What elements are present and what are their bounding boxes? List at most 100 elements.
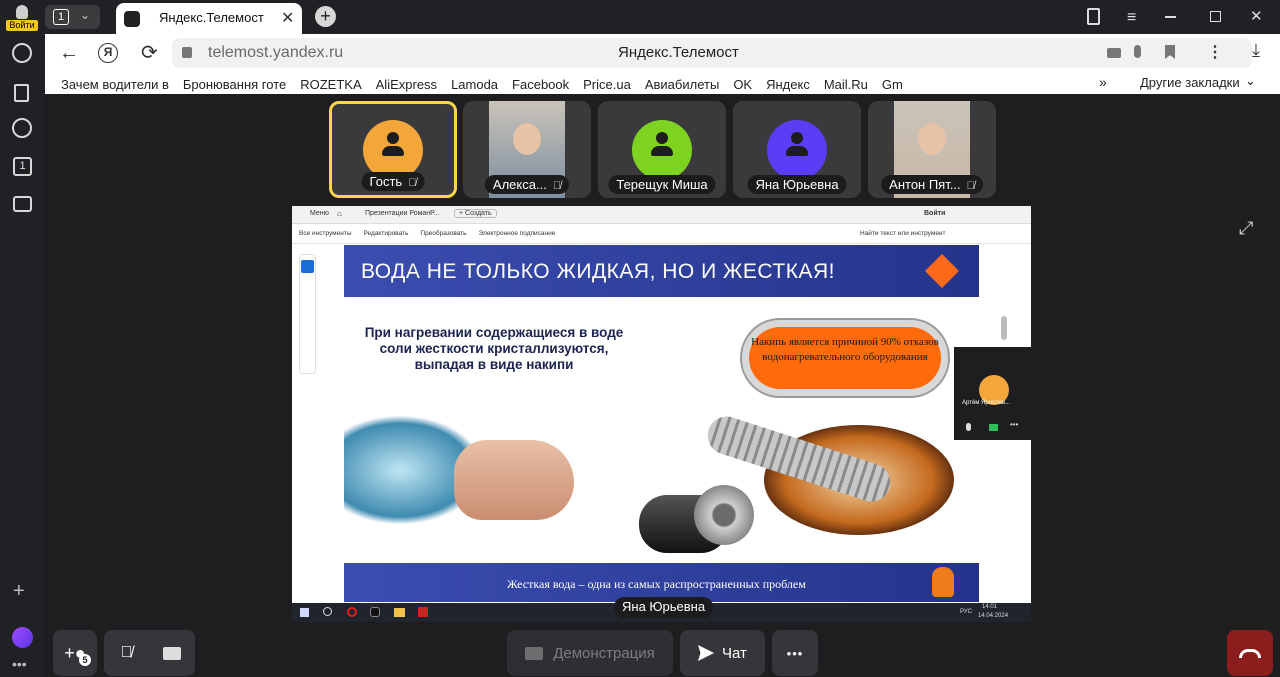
bookmark-item[interactable]: Mail.Ru: [824, 75, 868, 93]
profile-button[interactable]: Войти: [6, 3, 38, 31]
bookmark-item[interactable]: Facebook: [512, 75, 569, 93]
slide-callout: Накипь является причиной 90% отказов вод…: [740, 318, 950, 398]
tab-counter-sidebar[interactable]: 1: [13, 157, 32, 176]
bookmark-item[interactable]: Бронювання готе: [183, 75, 286, 93]
camera-icon[interactable]: [1107, 48, 1121, 58]
mic-toggle-button[interactable]: 🎙̸: [104, 630, 149, 676]
more-icon[interactable]: •••: [12, 656, 27, 672]
minimize-icon[interactable]: [1165, 16, 1176, 18]
alice-icon[interactable]: [12, 627, 33, 648]
participant-tile[interactable]: Терещук Миша: [598, 101, 726, 198]
opera-icon[interactable]: [347, 607, 357, 617]
more-label: •••: [786, 645, 804, 661]
participant-avatar: [767, 120, 827, 180]
collections-icon[interactable]: [1087, 8, 1100, 25]
bookmark-item[interactable]: Price.ua: [583, 75, 631, 93]
history-icon[interactable]: [12, 43, 32, 63]
participant-tile[interactable]: Алекса... 🎙̸: [463, 101, 591, 198]
camera-toggle-button[interactable]: [149, 630, 195, 676]
chat-button[interactable]: Чат: [680, 630, 765, 676]
fullscreen-icon[interactable]: ⤢: [1239, 218, 1259, 238]
address-bar[interactable]: telemost.yandex.ru Яндекс.Телемост: [172, 38, 1252, 68]
participant-name: Гость 🎙̸: [361, 172, 425, 191]
invite-count-badge: 5: [79, 654, 91, 666]
app-tool-item[interactable]: Преобразовать: [420, 230, 466, 237]
mini-call-window[interactable]: Артём Ярослав... •••: [954, 347, 1031, 440]
bookmark-item[interactable]: OK: [733, 75, 752, 93]
yandex-button[interactable]: Я: [98, 43, 118, 63]
bookmark-item[interactable]: Яндекс: [766, 75, 810, 93]
bookmark-item[interactable]: ROZETKA: [300, 75, 361, 93]
home-icon[interactable]: ⌂: [337, 209, 342, 218]
add-icon[interactable]: +: [13, 580, 25, 603]
close-tab-icon[interactable]: ✕: [281, 8, 294, 28]
app-login[interactable]: Войти: [924, 210, 945, 217]
pdf-app-menu: Все инструменты Редактировать Преобразоват…: [292, 224, 1031, 244]
participant-name: Антон Пят... 🎙̸: [881, 175, 983, 194]
pdf-scrollbar[interactable]: [1001, 316, 1007, 340]
more-menu-icon[interactable]: ⋮: [1207, 42, 1223, 62]
send-icon: [698, 645, 715, 661]
bookmarks-bar: Зачем водители в Бронювання готе ROZETKA Al…: [45, 72, 1280, 94]
person-icon: [382, 132, 404, 158]
pdf-app-icon[interactable]: [418, 607, 428, 617]
bookmark-item[interactable]: AliExpress: [376, 75, 437, 93]
app-tool-item[interactable]: Редактировать: [364, 230, 409, 237]
bookmark-item[interactable]: Lamoda: [451, 75, 498, 93]
folder-icon[interactable]: [394, 608, 405, 617]
fist-water-image: [344, 415, 584, 545]
search-icon[interactable]: [323, 607, 332, 616]
more-button[interactable]: •••: [772, 630, 818, 676]
screen-share-button[interactable]: Демонстрация: [507, 630, 673, 676]
app-tool-item[interactable]: Все инструменты: [299, 230, 352, 237]
participant-name-text: Яна Юрьевна: [755, 177, 839, 192]
page-title-text: Яндекс.Телемост: [618, 44, 739, 61]
back-icon[interactable]: ←: [59, 42, 79, 65]
app-new-tab[interactable]: + Создать: [454, 209, 497, 218]
more-icon[interactable]: •••: [1010, 420, 1018, 429]
mic-off-icon: 🎙̸: [552, 180, 562, 192]
tab-counter-button[interactable]: 1 ⌄: [45, 5, 100, 29]
close-window-icon[interactable]: ✕: [1250, 7, 1263, 25]
collections-sidebar-icon[interactable]: [14, 84, 29, 102]
bookmark-item[interactable]: Авиабилеты: [645, 75, 719, 93]
participant-name-text: Гость: [369, 174, 403, 189]
slide-title: ВОДА НЕ ТОЛЬКО ЖИДКАЯ, НО И ЖЕСТКАЯ!: [361, 260, 835, 283]
restore-icon[interactable]: [1210, 11, 1221, 22]
active-tab[interactable]: Яндекс.Телемост ✕: [116, 3, 302, 34]
participant-avatar: [363, 120, 423, 180]
app-tools: Все инструменты Редактировать Преобразоват…: [299, 230, 555, 237]
microphone-icon[interactable]: [1134, 45, 1141, 58]
start-icon[interactable]: [300, 608, 309, 617]
slide-body-text: При нагревании содержащиеся в воде соли …: [364, 325, 624, 372]
other-bookmarks[interactable]: Другие закладки: [1140, 75, 1240, 90]
reload-icon[interactable]: ⟳: [141, 40, 158, 65]
menu-icon[interactable]: ≡: [1127, 9, 1136, 27]
pdf-app-titlebar: Меню ⌂ Презентации РоманР... + Создать В…: [292, 206, 1031, 224]
screenshot-icon[interactable]: [13, 196, 32, 212]
downloads-icon[interactable]: ⤓: [1252, 40, 1260, 61]
invite-button[interactable]: +● 5: [53, 630, 97, 676]
participant-tile[interactable]: Яна Юрьевна: [733, 101, 861, 198]
bookmarks-more[interactable]: »: [1099, 74, 1107, 90]
telemost-icon[interactable]: [370, 607, 380, 617]
pdf-select-tool[interactable]: [301, 260, 314, 273]
screen-icon[interactable]: [989, 424, 998, 431]
participant-tile[interactable]: Гость 🎙̸: [329, 101, 457, 198]
person-icon: [651, 132, 673, 158]
app-tool-item[interactable]: Электронное подписание: [479, 230, 556, 237]
app-search[interactable]: Найти текст или инструмент: [860, 230, 946, 237]
microphone-icon[interactable]: [966, 423, 971, 431]
video-icon[interactable]: [12, 118, 32, 138]
participant-tile[interactable]: Антон Пят... 🎙̸: [868, 101, 996, 198]
bookmark-item[interactable]: Gm: [882, 75, 903, 93]
app-menu[interactable]: Меню: [310, 210, 329, 217]
bookmark-item[interactable]: Зачем водители в: [61, 75, 169, 93]
hangup-button[interactable]: [1227, 630, 1273, 676]
app-tab[interactable]: Презентации РоманР...: [365, 210, 439, 217]
login-label: Войти: [6, 20, 38, 31]
bookmark-icon[interactable]: [1165, 45, 1175, 59]
slide: ВОДА НЕ ТОЛЬКО ЖИДКАЯ, НО И ЖЕСТКАЯ! При…: [344, 245, 979, 602]
participant-name-text: Терещук Миша: [616, 177, 708, 192]
new-tab-button[interactable]: +: [315, 6, 336, 27]
